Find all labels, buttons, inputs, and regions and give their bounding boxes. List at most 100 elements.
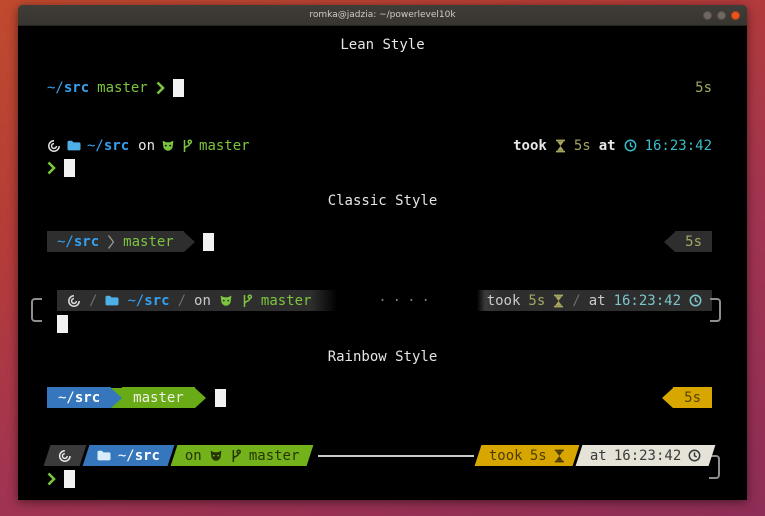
current-directory: ~/src: [127, 293, 169, 309]
on-label: on: [185, 448, 202, 464]
dir-name: src: [75, 390, 100, 406]
powerline-segment-left: / ~/src / on master: [57, 290, 337, 311]
dir-name: src: [135, 448, 160, 464]
current-directory: ~/src: [58, 390, 100, 406]
segment-separator: /: [178, 293, 186, 309]
maximize-button[interactable]: [717, 11, 726, 20]
on-label: on: [194, 293, 211, 309]
prompt-gap-dots: ····: [337, 293, 476, 309]
rainbow-segment-dir: ~/src: [83, 445, 175, 466]
os-swirl-icon: [67, 294, 81, 308]
clock-icon: [688, 449, 701, 462]
os-swirl-icon: [58, 449, 72, 463]
clock-icon: [624, 139, 637, 152]
prompt-arrow-icon: [156, 81, 165, 95]
current-directory: ~/src: [47, 80, 89, 96]
text-cursor[interactable]: [215, 389, 226, 407]
command-duration: 5s: [695, 80, 712, 96]
git-branch-name: master: [261, 293, 312, 309]
powerline-segment-duration: 5s: [675, 231, 712, 252]
segment-separator: /: [572, 293, 580, 309]
at-label: at: [589, 293, 606, 309]
git-branch-icon: [181, 139, 193, 153]
os-swirl-icon: [47, 139, 61, 153]
text-cursor[interactable]: [173, 79, 184, 97]
rainbow-segment-os: [44, 445, 87, 466]
dir-name: src: [104, 138, 129, 154]
current-directory: ~/src: [118, 448, 160, 464]
rainbow-segment-dir: ~/src: [47, 387, 111, 408]
text-cursor[interactable]: [203, 233, 214, 251]
git-branch-icon: [241, 294, 253, 308]
terminal-content[interactable]: Lean Style ~/src master 5s ~/src on: [18, 26, 747, 500]
at-label: at: [599, 138, 616, 154]
git-branch-name: master: [249, 448, 300, 464]
text-cursor[interactable]: [64, 470, 75, 488]
git-branch-name: master: [97, 80, 148, 96]
prompt-arrow-icon: [47, 161, 56, 175]
git-branch-name: master: [199, 138, 250, 154]
command-duration: 5s: [530, 448, 547, 464]
dir-prefix: ~/: [87, 138, 104, 154]
git-branch-name: master: [133, 390, 184, 406]
titlebar[interactable]: romka@jadzia: ~/powerlevel10k: [18, 5, 747, 26]
git-branch-icon: [230, 449, 242, 463]
prompt-arrow-icon: [47, 472, 56, 486]
took-label: took: [487, 293, 521, 309]
window-controls: [703, 5, 740, 25]
rainbow-segment-duration: took 5s: [475, 445, 579, 466]
hourglass-icon: [554, 449, 565, 463]
git-branch-name: master: [123, 234, 174, 250]
command-duration: 5s: [574, 138, 591, 154]
current-time: 16:23:42: [614, 448, 681, 464]
folder-icon: [105, 295, 119, 306]
section-heading-classic: Classic Style: [18, 193, 747, 212]
current-directory: ~/src: [57, 234, 99, 250]
powerline-segment-dir-git: ~/src master: [47, 231, 184, 252]
section-heading-rainbow: Rainbow Style: [18, 349, 747, 368]
rainbow-segment-git: on master: [171, 445, 314, 466]
lean-prompt-1: ~/src master 5s: [47, 77, 712, 98]
command-duration: 5s: [685, 234, 702, 250]
rainbow-prompt-2: ~/src on master took 5s: [47, 445, 712, 489]
classic-prompt-1: ~/src master 5s: [47, 231, 712, 252]
prompt-connector-line: [318, 455, 475, 457]
hourglass-icon: [553, 294, 564, 308]
took-label: took: [489, 448, 523, 464]
on-label: on: [138, 138, 155, 154]
clock-icon: [689, 294, 702, 307]
powerline-left-cap: [664, 232, 675, 252]
lean-prompt-2-input: [47, 157, 712, 178]
close-button[interactable]: [731, 11, 740, 20]
window-title: romka@jadzia: ~/powerlevel10k: [309, 10, 455, 20]
current-directory: ~/src: [87, 138, 129, 154]
text-cursor[interactable]: [57, 315, 68, 333]
powerline-end-cap: [195, 388, 206, 408]
powerline-end-cap: [184, 232, 195, 252]
minimize-button[interactable]: [703, 11, 712, 20]
dir-prefix: ~/: [57, 234, 74, 250]
powerline-segment-right: took 5s / at 16:23:42: [477, 290, 712, 311]
rainbow-prompt-1: ~/src master 5s: [47, 387, 712, 408]
segment-separator-icon: [107, 234, 115, 250]
dir-prefix: ~/: [47, 80, 64, 96]
octocat-icon: [209, 449, 223, 462]
command-duration: 5s: [684, 390, 701, 406]
terminal-window: romka@jadzia: ~/powerlevel10k Lean Style…: [18, 5, 747, 500]
octocat-icon: [161, 139, 175, 152]
dir-prefix: ~/: [58, 390, 75, 406]
rainbow-segment-duration: 5s: [673, 387, 712, 408]
at-label: at: [590, 448, 607, 464]
command-duration: 5s: [528, 293, 545, 309]
rainbow-segment-git: master: [122, 387, 195, 408]
dir-name: src: [74, 234, 99, 250]
took-label: took: [513, 138, 547, 154]
classic-prompt-2: / ~/src / on master ···· took 5s: [47, 290, 712, 334]
section-heading-lean: Lean Style: [18, 37, 747, 56]
current-time: 16:23:42: [645, 138, 712, 154]
prompt-frame-left: [31, 298, 42, 322]
prompt-frame-right: [710, 298, 721, 322]
dir-prefix: ~/: [118, 448, 135, 464]
hourglass-icon: [555, 139, 566, 153]
text-cursor[interactable]: [64, 159, 75, 177]
